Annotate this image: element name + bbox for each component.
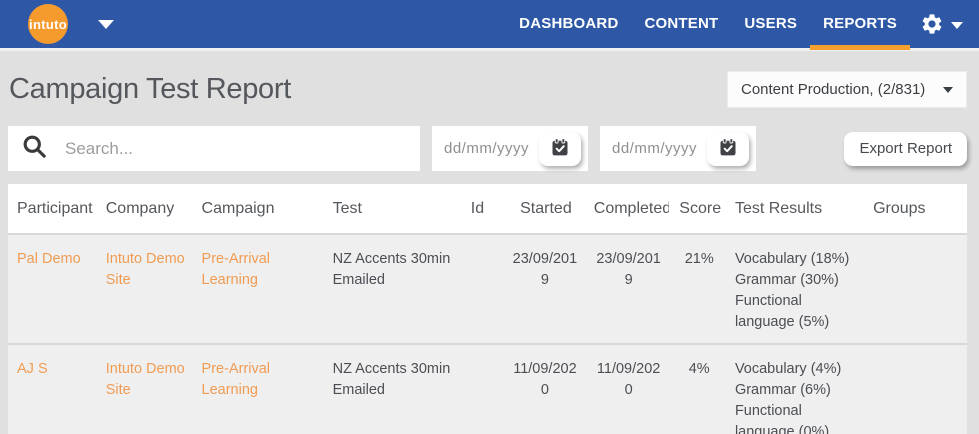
cell-company: Intuto Demo Site (97, 234, 193, 344)
nav-item-content[interactable]: CONTENT (631, 0, 731, 50)
column-header-test: Test (324, 184, 462, 234)
participant-link[interactable]: Pal Demo (17, 251, 81, 267)
date-to-box (600, 126, 756, 171)
cell-score: 4% (669, 344, 725, 434)
test-result-item: Grammar (6%) (735, 380, 858, 401)
page-header: Campaign Test Report Content Production,… (0, 51, 979, 124)
settings-menu[interactable] (920, 12, 963, 36)
campaign-select-value: Content Production, (2/831) (741, 81, 925, 98)
search-box (8, 126, 420, 171)
column-header-participant: Participant (8, 184, 97, 234)
table-row: Pal Demo Intuto Demo Site Pre-Arrival Le… (8, 234, 967, 344)
nav-item-users[interactable]: USERS (731, 0, 810, 50)
test-result-item: Vocabulary (4%) (735, 359, 858, 380)
search-input[interactable] (65, 139, 408, 159)
account-caret-down-icon[interactable] (98, 20, 114, 29)
intuto-logo[interactable]: intuto (28, 4, 68, 44)
test-result-item: Functional language (5%) (735, 291, 858, 333)
page-title: Campaign Test Report (9, 73, 291, 106)
cell-groups (864, 344, 967, 434)
cell-completed: 23/09/2019 (585, 234, 670, 344)
cell-participant: AJ S (8, 344, 97, 434)
nav-links: DASHBOARD CONTENT USERS REPORTS (506, 0, 910, 50)
cell-started: 23/09/2019 (502, 234, 585, 344)
nav-item-reports[interactable]: REPORTS (810, 0, 910, 50)
campaign-link[interactable]: Pre-Arrival Learning (202, 251, 270, 288)
cell-participant: Pal Demo (8, 234, 97, 344)
date-from-box (432, 126, 588, 171)
select-caret-down-icon (943, 87, 953, 93)
cell-completed: 11/09/2020 (585, 344, 670, 434)
date-from-picker-button[interactable] (539, 132, 581, 166)
calendar-icon (550, 137, 570, 160)
nav-item-dashboard[interactable]: DASHBOARD (506, 0, 631, 50)
cell-campaign: Pre-Arrival Learning (193, 344, 324, 434)
company-link[interactable]: Intuto Demo Site (106, 251, 185, 288)
campaign-link[interactable]: Pre-Arrival Learning (202, 361, 270, 398)
cell-started: 11/09/2020 (502, 344, 585, 434)
search-icon (21, 133, 48, 165)
column-header-company: Company (97, 184, 193, 234)
settings-caret-down-icon (951, 22, 963, 29)
calendar-icon (718, 137, 738, 160)
filter-bar: Export Report (8, 126, 967, 171)
test-result-item: Vocabulary (18%) (735, 249, 858, 270)
cell-id (462, 344, 502, 434)
column-header-id: Id (462, 184, 502, 234)
cell-campaign: Pre-Arrival Learning (193, 234, 324, 344)
test-result-item: Functional language (0%) (735, 401, 858, 434)
test-result-item: Grammar (30%) (735, 270, 858, 291)
company-link[interactable]: Intuto Demo Site (106, 361, 185, 398)
column-header-campaign: Campaign (193, 184, 324, 234)
date-to-input[interactable] (612, 140, 702, 157)
date-from-input[interactable] (444, 140, 534, 157)
column-header-completed: Completed (585, 184, 670, 234)
column-header-groups: Groups (864, 184, 967, 234)
column-header-score: Score (669, 184, 725, 234)
cell-company: Intuto Demo Site (97, 344, 193, 434)
gear-icon (920, 12, 944, 36)
cell-groups (864, 234, 967, 344)
intuto-logo-text: intuto (29, 17, 67, 32)
cell-score: 21% (669, 234, 725, 344)
table-row: AJ S Intuto Demo Site Pre-Arrival Learni… (8, 344, 967, 434)
cell-test-results: Vocabulary (4%) Grammar (6%) Functional … (726, 344, 864, 434)
cell-id (462, 234, 502, 344)
participant-link[interactable]: AJ S (17, 361, 48, 377)
table-header-row: Participant Company Campaign Test Id Sta… (8, 184, 967, 234)
cell-test: NZ Accents 30min Emailed (324, 344, 462, 434)
export-report-button[interactable]: Export Report (844, 132, 967, 166)
cell-test-results: Vocabulary (18%) Grammar (30%) Functiona… (726, 234, 864, 344)
cell-test: NZ Accents 30min Emailed (324, 234, 462, 344)
report-table: Participant Company Campaign Test Id Sta… (8, 184, 967, 434)
column-header-started: Started (502, 184, 585, 234)
report-table-container: Participant Company Campaign Test Id Sta… (8, 184, 967, 434)
campaign-select[interactable]: Content Production, (2/831) (727, 71, 967, 108)
date-to-picker-button[interactable] (707, 132, 749, 166)
top-navbar: intuto DASHBOARD CONTENT USERS REPORTS (0, 0, 979, 51)
column-header-test-results: Test Results (726, 184, 864, 234)
